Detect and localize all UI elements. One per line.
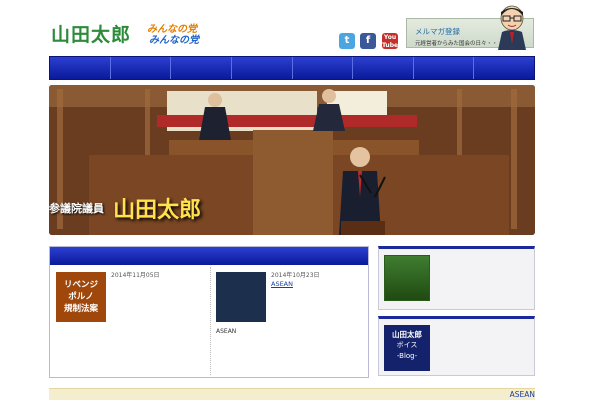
news-body: ASEAN	[216, 328, 237, 335]
main-nav	[49, 56, 535, 80]
news-thumbnail-line1: リベンジ	[63, 280, 98, 290]
nav-item-4[interactable]	[232, 57, 293, 79]
party-logo[interactable]: みんなの党 みんなの党	[147, 20, 205, 46]
youtube-icon-line2: Tube	[382, 42, 399, 49]
news-card[interactable]: リベンジ ポルノ 規制法案 2014年11月05日	[51, 267, 209, 375]
sidebar-box-1[interactable]	[378, 246, 535, 310]
blog-banner-line2: ボイス	[396, 341, 418, 349]
news-date: 2014年11月05日	[111, 272, 160, 279]
mailmag-label: メルマガ登録	[415, 27, 460, 36]
news-thumbnail-book[interactable]	[216, 272, 266, 322]
hero-banner: 参議院議員 山田太郎	[49, 85, 535, 235]
news-thumbnail-line2: ポルノ	[68, 292, 94, 302]
page: 山田太郎 みんなの党 みんなの党 t f You Tube メルマガ登録 元経営…	[49, 0, 535, 400]
blog-banner-image[interactable]: 山田太郎 ボイス -Blog-	[384, 325, 430, 371]
news-title-link[interactable]: ASEAN	[271, 280, 365, 289]
nav-item-8[interactable]	[474, 57, 534, 79]
twitter-icon[interactable]: t	[339, 33, 355, 49]
hero-name: 山田太郎	[113, 197, 202, 223]
party-logo-line2: みんなの党	[149, 35, 199, 46]
nav-item-7[interactable]	[414, 57, 475, 79]
news-header	[50, 247, 368, 265]
youtube-icon[interactable]: You Tube	[382, 33, 398, 49]
nav-item-5[interactable]	[293, 57, 354, 79]
nav-item-1[interactable]	[50, 57, 111, 79]
news-card[interactable]: 2014年10月23日 ASEAN ASEAN	[210, 267, 368, 375]
blog-banner-line3: -Blog-	[396, 352, 418, 360]
sidebar-box-2[interactable]: 山田太郎 ボイス -Blog-	[378, 316, 535, 376]
nav-item-2[interactable]	[111, 57, 172, 79]
bottom-news-link[interactable]: ASEAN	[510, 390, 535, 399]
sidebar-box-1-image[interactable]	[384, 255, 430, 301]
facebook-icon[interactable]: f	[360, 33, 376, 49]
news-date: 2014年10月23日	[271, 272, 320, 279]
news-thumbnail-line3: 規制法案	[63, 304, 98, 314]
site-logo-name[interactable]: 山田太郎	[51, 20, 131, 47]
blog-banner-line1: 山田太郎	[392, 330, 422, 339]
news-panel: リベンジ ポルノ 規制法案 2014年11月05日 2014年10月23日 AS…	[49, 246, 369, 378]
caricature-icon	[498, 5, 526, 50]
hero-subtitle: 参議院議員	[49, 202, 104, 215]
nav-item-3[interactable]	[171, 57, 232, 79]
mailmag-subtext: 元経営者からみた国会の日々・・・	[415, 41, 504, 47]
youtube-icon-line1: You	[383, 34, 397, 41]
nav-item-6[interactable]	[353, 57, 414, 79]
news-thumbnail[interactable]: リベンジ ポルノ 規制法案	[56, 272, 106, 322]
bottom-strip: ASEAN	[49, 388, 535, 400]
hero-title: 参議院議員 山田太郎	[49, 192, 201, 224]
